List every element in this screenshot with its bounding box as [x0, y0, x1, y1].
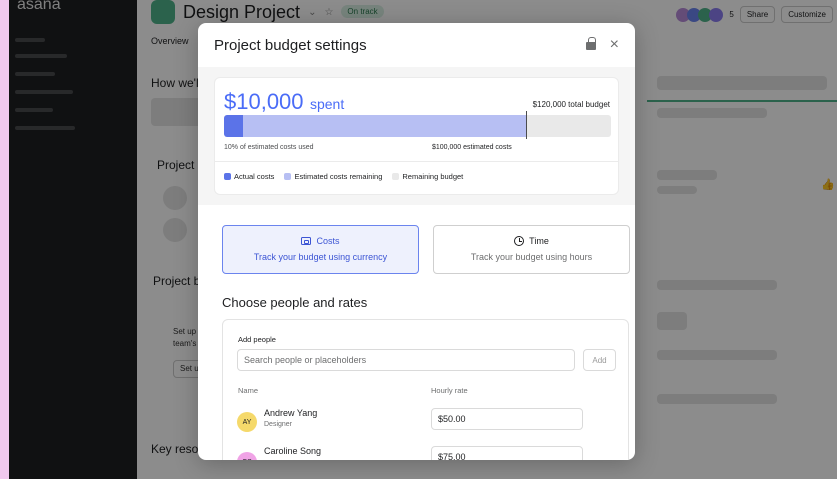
hourly-rate-input[interactable] [431, 446, 583, 460]
hourly-rate-input[interactable] [431, 408, 583, 430]
legend-label: Remaining budget [402, 172, 464, 181]
search-people-input[interactable] [237, 349, 575, 371]
swatch-remaining [392, 173, 400, 180]
add-button[interactable]: Add [583, 349, 616, 371]
budget-card: $10,000 spent $120,000 total budget 10% … [214, 77, 619, 195]
legend-actual: Actual costs [224, 172, 274, 181]
person-name: Caroline Song [264, 446, 322, 456]
person-row: CS Caroline Song [237, 446, 617, 460]
modal-title: Project budget settings [214, 36, 367, 54]
add-people-label: Add people [238, 335, 276, 344]
legend-estimated: Estimated costs remaining [284, 172, 382, 181]
estimated-costs-marker [525, 111, 527, 139]
budget-settings-modal: Project budget settings × $10,000 spent … [198, 23, 635, 460]
lock-icon[interactable] [585, 36, 596, 53]
time-mode-title: Time [529, 236, 549, 246]
avatar: AY [237, 412, 257, 432]
column-header-rate: Hourly rate [431, 386, 468, 395]
costs-mode-title: Costs [316, 236, 340, 246]
legend-label: Actual costs [234, 172, 275, 181]
costs-mode-subtitle: Track your budget using currency [253, 252, 388, 262]
wallet-icon [301, 237, 312, 245]
clock-icon [514, 236, 525, 246]
spent-label: spent [309, 96, 345, 112]
budget-summary-section: $10,000 spent $120,000 total budget 10% … [198, 67, 635, 205]
actual-costs-fill [224, 115, 244, 137]
spent-amount: $10,000 [224, 89, 304, 114]
swatch-estimated [284, 173, 292, 180]
swatch-actual [224, 173, 231, 180]
budget-progress-bar [224, 115, 611, 137]
time-mode-title-row: Time [434, 236, 629, 246]
close-icon[interactable]: × [610, 36, 619, 54]
people-section-title: Choose people and rates [222, 295, 368, 310]
modal-header: Project budget settings × [198, 23, 635, 67]
column-header-name: Name [238, 386, 259, 395]
estimated-costs-fill [224, 115, 526, 137]
legend-remaining: Remaining budget [392, 172, 463, 181]
total-budget: $120,000 total budget [532, 100, 610, 109]
person-row: AY Andrew Yang Designer [237, 408, 617, 438]
person-name: Andrew Yang [264, 408, 318, 418]
costs-mode-card[interactable]: Costs Track your budget using currency [222, 225, 419, 274]
avatar: CS [237, 452, 257, 460]
person-role: Designer [264, 421, 293, 428]
budget-legend: Actual costs Estimated costs remaining R… [224, 172, 463, 181]
spent-summary: $10,000 spent [224, 89, 344, 115]
time-mode-card[interactable]: Time Track your budget using hours [433, 225, 630, 274]
legend-label: Estimated costs remaining [294, 172, 383, 181]
estimated-costs-text: $100,000 estimated costs [432, 144, 512, 151]
time-mode-subtitle: Track your budget using hours [470, 252, 593, 262]
percent-used-text: 10% of estimated costs used [224, 144, 314, 151]
costs-mode-title-row: Costs [223, 236, 418, 246]
people-rates-card: Add people Add Name Hourly rate AY Andre… [222, 319, 629, 460]
divider [215, 161, 618, 162]
